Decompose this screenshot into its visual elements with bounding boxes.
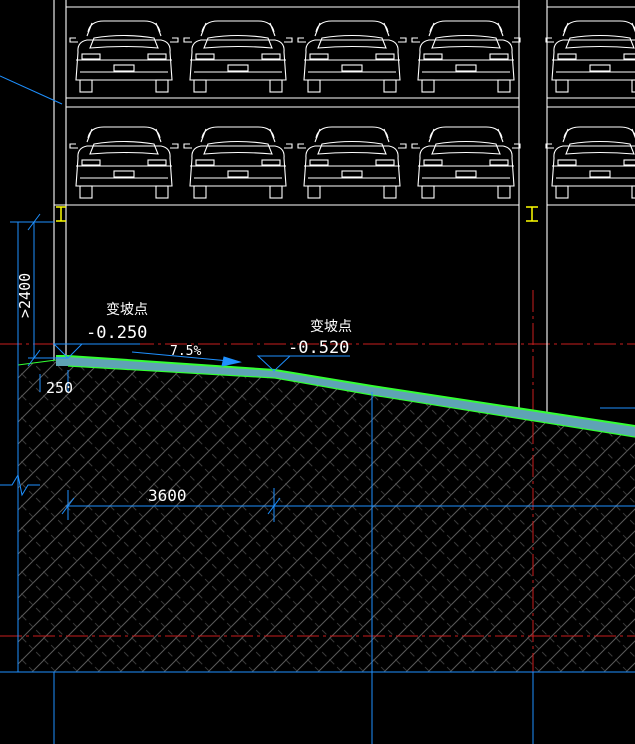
- ramp-section-drawing: 变坡点 -0.250 变坡点 -0.520 7.5% >2400 250 360…: [0, 0, 635, 744]
- breakpoint-2-label: 变坡点: [310, 319, 352, 335]
- offset-dimension: 250: [46, 379, 73, 397]
- car-icon: [411, 20, 521, 93]
- car-icon: [545, 126, 635, 199]
- car-icon: [183, 20, 293, 93]
- span-dimension: 3600: [148, 486, 187, 505]
- car-icon: [545, 20, 635, 93]
- car-icon: [297, 20, 407, 93]
- clear-height-dimension: >2400: [16, 273, 34, 318]
- slope-label: 7.5%: [170, 344, 201, 359]
- car-icon: [183, 126, 293, 199]
- breakpoint-1-elevation: -0.250: [86, 323, 147, 343]
- soil-hatch: [18, 358, 635, 672]
- breakpoint-2-elevation: -0.520: [288, 338, 349, 358]
- car-icon: [411, 126, 521, 199]
- cad-drawing-canvas: 变坡点 -0.250 变坡点 -0.520 7.5% >2400 250 360…: [0, 0, 635, 744]
- car-icon: [69, 126, 179, 199]
- car-icon: [69, 20, 179, 93]
- car-icon: [297, 126, 407, 199]
- column-marker-icons: [56, 206, 538, 222]
- parking-cars: [69, 20, 635, 199]
- breakpoint-1-label: 变坡点: [106, 302, 148, 318]
